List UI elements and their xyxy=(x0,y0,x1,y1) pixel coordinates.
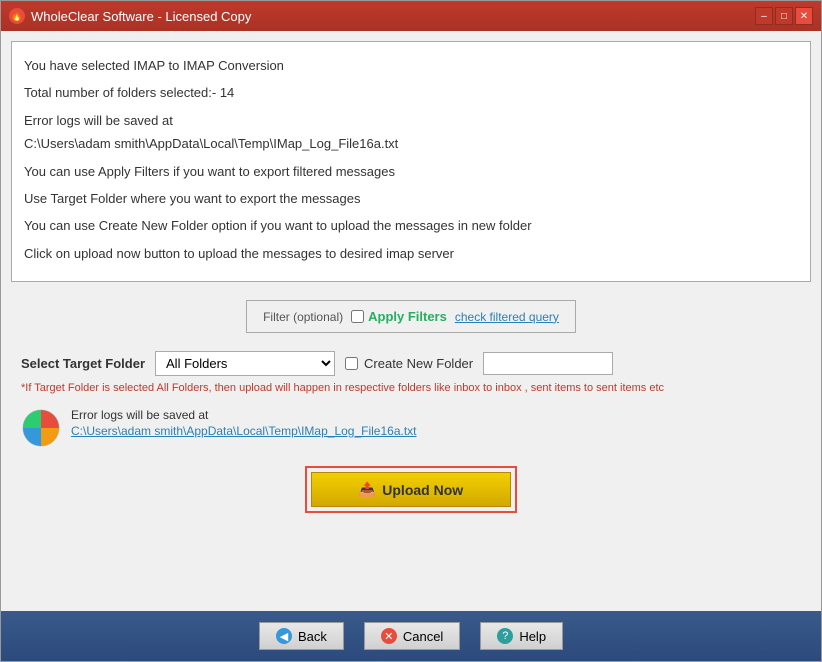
back-button[interactable]: ◀ Back xyxy=(259,622,344,650)
filter-box: Filter (optional) Apply Filters check fi… xyxy=(246,300,576,333)
app-icon: 🔥 xyxy=(9,8,25,24)
create-new-folder-checkbox[interactable] xyxy=(345,357,358,370)
info-line-3: Error logs will be saved atC:\Users\adam… xyxy=(24,109,798,156)
error-log-label: Error logs will be saved at xyxy=(71,408,417,422)
upload-icon: 📤 xyxy=(359,481,376,498)
create-new-folder-text: Create New Folder xyxy=(364,356,473,371)
info-box: You have selected IMAP to IMAP Conversio… xyxy=(11,41,811,282)
upload-now-button[interactable]: 📤 Upload Now xyxy=(311,472,511,507)
cancel-button[interactable]: ✕ Cancel xyxy=(364,622,460,650)
hint-text: *If Target Folder is selected All Folder… xyxy=(11,382,811,394)
create-folder-input[interactable] xyxy=(483,352,613,375)
target-row: Select Target Folder All Folders Inbox S… xyxy=(11,351,811,376)
help-button[interactable]: ? Help xyxy=(480,622,563,650)
maximize-button[interactable]: □ xyxy=(775,7,793,25)
help-label: Help xyxy=(519,629,546,644)
error-log-content: Error logs will be saved at C:\Users\ada… xyxy=(71,408,417,438)
cancel-icon: ✕ xyxy=(381,628,397,644)
target-folder-select[interactable]: All Folders Inbox Sent Items Drafts Tras… xyxy=(155,351,335,376)
close-button[interactable]: ✕ xyxy=(795,7,813,25)
apply-filters-text: Apply Filters xyxy=(368,309,447,324)
info-line-6: You can use Create New Folder option if … xyxy=(24,214,798,237)
filter-section: Filter (optional) Apply Filters check fi… xyxy=(11,290,811,333)
bottom-bar: ◀ Back ✕ Cancel ? Help xyxy=(1,611,821,661)
back-icon: ◀ xyxy=(276,628,292,644)
window-title: WholeClear Software - Licensed Copy xyxy=(31,9,251,24)
back-label: Back xyxy=(298,629,327,644)
error-log-section: Error logs will be saved at C:\Users\ada… xyxy=(11,402,811,454)
upload-btn-wrapper: 📤 Upload Now xyxy=(305,466,517,513)
apply-filters-label[interactable]: Apply Filters xyxy=(351,309,447,324)
title-bar-left: 🔥 WholeClear Software - Licensed Copy xyxy=(9,8,251,24)
help-icon: ? xyxy=(497,628,513,644)
target-folder-label: Select Target Folder xyxy=(21,356,145,371)
main-window: 🔥 WholeClear Software - Licensed Copy – … xyxy=(0,0,822,662)
apply-filters-checkbox[interactable] xyxy=(351,310,364,323)
target-section: Select Target Folder All Folders Inbox S… xyxy=(11,341,811,394)
pie-chart-icon xyxy=(21,408,61,448)
cancel-label: Cancel xyxy=(403,629,443,644)
content-area: You have selected IMAP to IMAP Conversio… xyxy=(1,31,821,611)
title-bar: 🔥 WholeClear Software - Licensed Copy – … xyxy=(1,1,821,31)
info-line-2: Total number of folders selected:- 14 xyxy=(24,81,798,104)
window-controls: – □ ✕ xyxy=(755,7,813,25)
upload-section: 📤 Upload Now xyxy=(11,462,811,517)
info-line-1: You have selected IMAP to IMAP Conversio… xyxy=(24,54,798,77)
minimize-button[interactable]: – xyxy=(755,7,773,25)
info-line-7: Click on upload now button to upload the… xyxy=(24,242,798,265)
upload-btn-label: Upload Now xyxy=(382,482,463,498)
info-line-5: Use Target Folder where you want to expo… xyxy=(24,187,798,210)
info-line-4: You can use Apply Filters if you want to… xyxy=(24,160,798,183)
create-new-folder-label[interactable]: Create New Folder xyxy=(345,356,473,371)
filter-label: Filter (optional) xyxy=(263,310,343,324)
check-filtered-query-link[interactable]: check filtered query xyxy=(455,310,559,324)
error-log-path[interactable]: C:\Users\adam smith\AppData\Local\Temp\I… xyxy=(71,424,417,438)
